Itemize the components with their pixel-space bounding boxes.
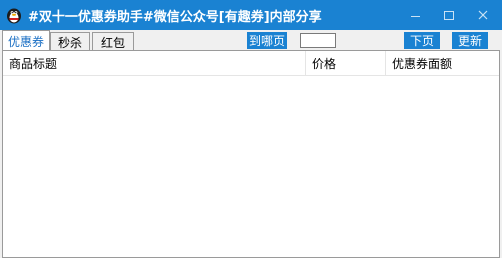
list-body[interactable] [3,76,499,256]
product-list[interactable]: 商品标题 价格 优惠券面额 [2,50,500,258]
goto-page-button[interactable]: 到哪页 [247,32,287,49]
refresh-button[interactable]: 更新 [452,32,488,49]
window-title: #双十一优惠券助手#微信公众号[有趣券]内部分享 [28,10,322,25]
column-header-coupon-value[interactable]: 优惠券面额 [385,51,495,75]
tab-coupon[interactable]: 优惠券 [2,30,50,51]
column-header-title[interactable]: 商品标题 [3,51,305,75]
tab-seckill[interactable]: 秒杀 [50,32,90,51]
next-page-button[interactable]: 下页 [404,32,440,49]
penguin-app-icon [5,6,23,24]
list-header: 商品标题 价格 优惠券面额 [3,51,499,76]
app-window: #双十一优惠券助手#微信公众号[有趣券]内部分享 优惠券 秒杀 红包 到哪页 下… [0,0,502,258]
page-number-input[interactable] [300,33,336,48]
close-button[interactable] [466,0,500,30]
title-bar[interactable]: #双十一优惠券助手#微信公众号[有趣券]内部分享 [0,0,502,30]
minimize-icon [410,15,420,17]
close-icon [478,10,488,20]
minimize-button[interactable] [398,0,432,30]
maximize-button[interactable] [432,0,466,30]
tab-redpack[interactable]: 红包 [92,32,134,51]
maximize-icon [444,10,454,20]
column-header-price[interactable]: 价格 [305,51,385,75]
